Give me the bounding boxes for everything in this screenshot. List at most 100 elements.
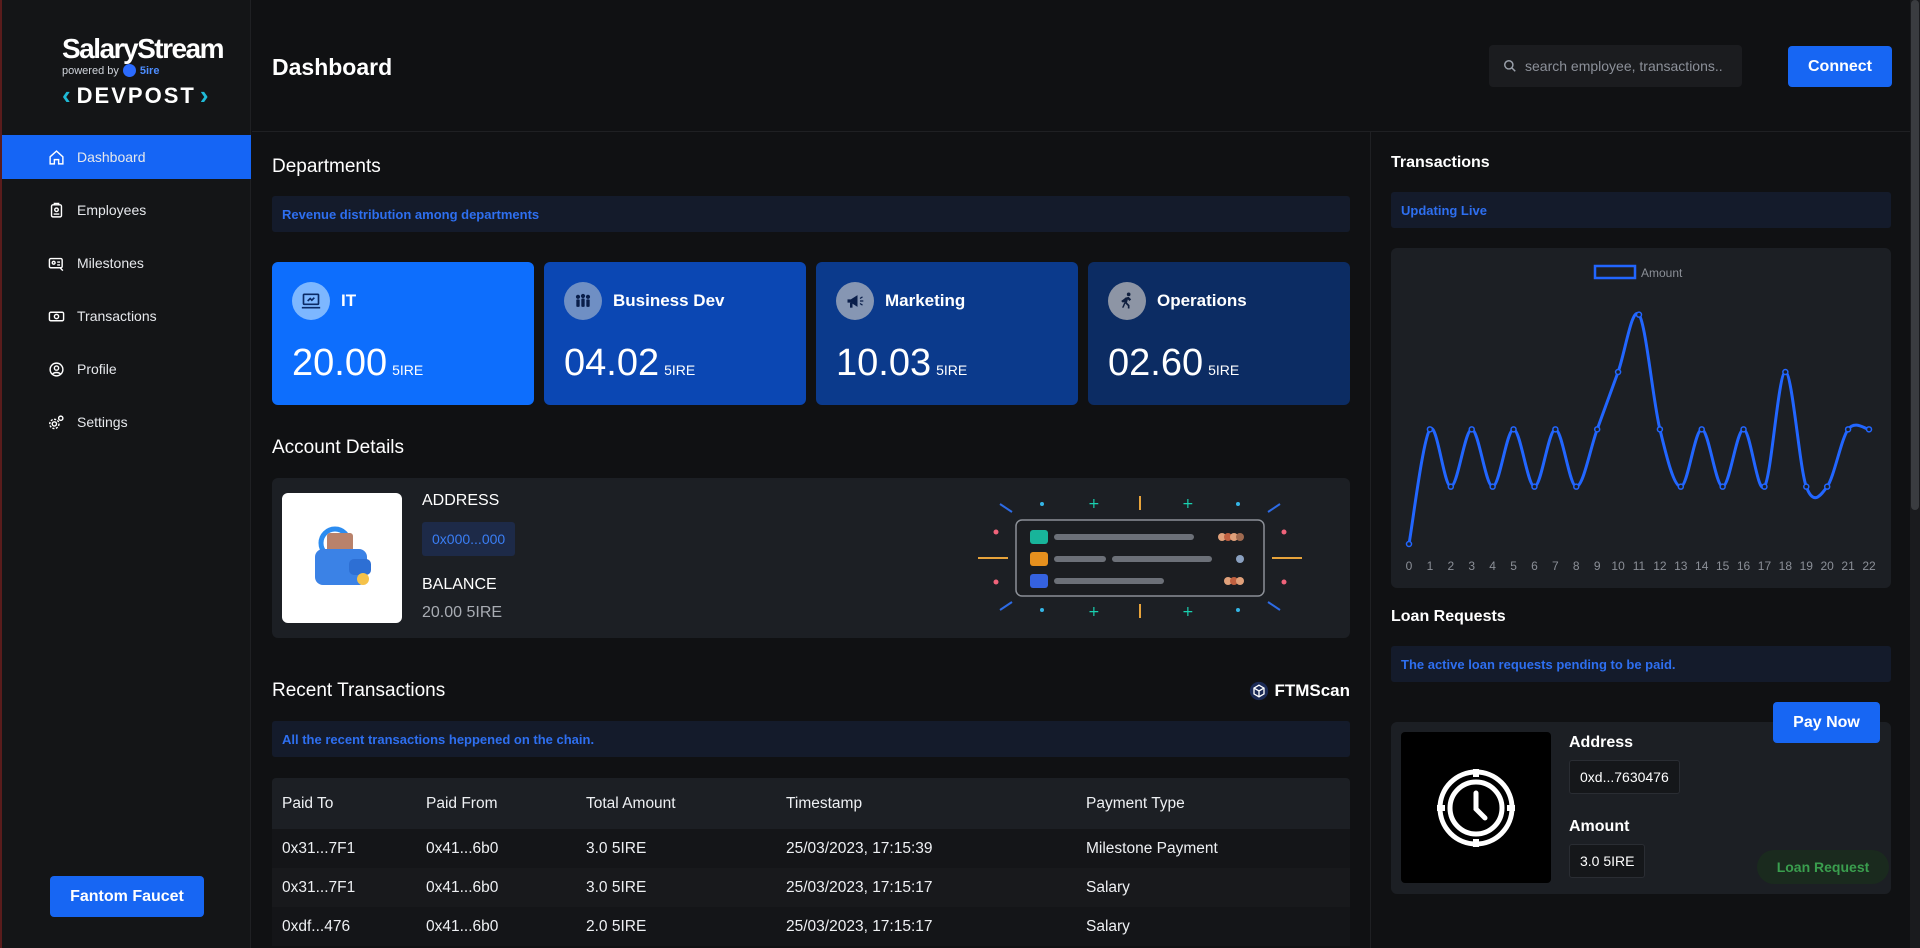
data-point[interactable]	[1573, 483, 1580, 490]
dept-card-it[interactable]: IT 20.00 5IRE	[272, 262, 534, 405]
series-line-amount	[1407, 311, 1870, 545]
cell-paid-to: 0x31...7F1	[282, 839, 356, 857]
clock-icon	[1437, 768, 1515, 847]
dept-unit: 5IRE	[664, 362, 696, 378]
data-point[interactable]	[1844, 426, 1852, 433]
data-point[interactable]	[1552, 426, 1559, 433]
data-point[interactable]	[1698, 426, 1705, 433]
transactions-chart: Amount 0 1 2 3 4 5 6 7 8 9 10 11 12 13 14 15 16 17 18 19 20 2…	[1391, 248, 1891, 588]
dept-card-operations[interactable]: Operations 02.60 5IRE	[1088, 262, 1350, 405]
cell-timestamp: 25/03/2023, 17:15:17	[786, 878, 933, 896]
data-point[interactable]	[1593, 426, 1601, 433]
wallet-image	[282, 493, 402, 623]
sidebar-item-settings[interactable]: Settings	[2, 400, 251, 444]
data-point[interactable]	[1677, 483, 1685, 490]
column-header[interactable]: Timestamp	[786, 795, 1086, 813]
table-row[interactable]: 0x31...7F1 0x41...6b0 3.0 5IRE 25/03/202…	[272, 868, 1350, 907]
data-point[interactable]	[1740, 426, 1747, 433]
cell-amount: 3.0 5IRE	[586, 839, 647, 857]
clock-image	[1401, 732, 1551, 883]
data-point[interactable]	[1468, 426, 1475, 433]
pay-now-button[interactable]: Pay Now	[1773, 702, 1880, 743]
transactions-table: Paid To Paid From Total Amount Timestamp…	[272, 778, 1350, 946]
dept-unit: 5IRE	[392, 362, 424, 378]
data-point[interactable]	[1782, 368, 1789, 376]
data-point[interactable]	[1614, 368, 1622, 376]
sidebar-item-milestones[interactable]: Milestones	[2, 241, 251, 285]
loan-address-value[interactable]: 0xd...7630476	[1569, 760, 1680, 794]
bracket-right-icon: ›	[199, 80, 211, 110]
runner-icon	[1108, 282, 1146, 320]
powered-text: powered by	[62, 64, 119, 77]
card-icon	[48, 257, 64, 271]
sidebar-nav: Dashboard Employees Milestones Transacti…	[2, 135, 251, 453]
sidebar-item-dashboard[interactable]: Dashboard	[2, 135, 251, 179]
dept-card-business-dev[interactable]: Business Dev 04.02 5IRE	[544, 262, 806, 405]
table-row[interactable]: 0xdf...476 0x41...6b0 2.0 5IRE 25/03/202…	[272, 907, 1350, 946]
connect-button[interactable]: Connect	[1788, 46, 1892, 87]
cell-paid-from: 0x41...6b0	[426, 839, 499, 857]
logo[interactable]: SalaryStream powered by 5ire ‹ DEVPOST ›	[62, 34, 225, 111]
address-label: ADDRESS	[422, 492, 500, 509]
x-tick-label: 8	[1573, 559, 1580, 573]
dept-name: Marketing	[885, 291, 966, 310]
ftmscan-link[interactable]: FTMScan	[1249, 681, 1350, 701]
page-title: Dashboard	[272, 54, 393, 80]
sidebar-item-transactions[interactable]: Transactions	[2, 294, 251, 338]
data-point[interactable]	[1405, 540, 1413, 548]
dept-card-marketing[interactable]: Marketing 10.03 5IRE	[816, 262, 1078, 405]
column-header[interactable]: Total Amount	[586, 795, 786, 813]
table-row[interactable]: 0x31...7F1 0x41...6b0 3.0 5IRE 25/03/202…	[272, 829, 1350, 868]
departments-subtitle: Revenue distribution among departments	[272, 196, 1350, 232]
data-point[interactable]	[1656, 426, 1664, 433]
transactions-panel-title: Transactions	[1391, 154, 1490, 171]
devpost-text: DEVPOST	[76, 82, 196, 108]
cell-amount: 3.0 5IRE	[586, 878, 647, 896]
cube-icon	[1250, 681, 1269, 701]
data-point[interactable]	[1510, 426, 1517, 433]
page-scrollbar[interactable]	[1910, 0, 1920, 948]
gear-icon	[49, 414, 64, 429]
data-point[interactable]	[1447, 483, 1455, 490]
cell-payment-type: Salary	[1086, 878, 1130, 896]
cell-timestamp: 25/03/2023, 17:15:39	[786, 839, 933, 857]
data-point[interactable]	[1823, 483, 1831, 490]
data-point[interactable]	[1426, 426, 1434, 433]
data-point[interactable]	[1635, 311, 1643, 318]
loan-amount-label: Amount	[1569, 818, 1630, 835]
team-icon	[564, 282, 602, 320]
recent-transactions-title: Recent Transactions	[272, 680, 446, 701]
cell-amount: 2.0 5IRE	[586, 917, 647, 935]
data-point[interactable]	[1865, 426, 1873, 433]
column-header[interactable]: Paid From	[426, 795, 586, 813]
data-point[interactable]	[1719, 483, 1726, 490]
data-point[interactable]	[1489, 483, 1496, 490]
column-header[interactable]: Paid To	[272, 795, 426, 813]
balance-label: BALANCE	[422, 576, 497, 593]
bracket-left-icon: ‹	[62, 80, 73, 110]
data-point[interactable]	[1761, 483, 1768, 490]
x-tick-label: 18	[1779, 559, 1793, 573]
home-icon	[49, 149, 64, 165]
dept-name: Business Dev	[613, 291, 725, 310]
address-value[interactable]: 0x000...000	[422, 522, 516, 556]
column-header[interactable]: Payment Type	[1086, 795, 1346, 813]
x-tick-label: 7	[1552, 559, 1559, 573]
scrollbar-thumb[interactable]	[1911, 0, 1919, 510]
ftmscan-label: FTMScan	[1274, 681, 1350, 700]
x-tick-label: 14	[1695, 559, 1709, 573]
chart-plot	[1405, 311, 1873, 548]
fire-logo-icon	[122, 64, 136, 77]
x-tick-label: 3	[1468, 559, 1475, 573]
search-input[interactable]	[1525, 58, 1735, 74]
data-point[interactable]	[1531, 483, 1538, 490]
x-tick-label: 9	[1594, 559, 1601, 573]
search-box[interactable]	[1489, 45, 1742, 87]
sidebar-item-employees[interactable]: Employees	[2, 188, 251, 232]
dept-unit: 5IRE	[936, 362, 968, 378]
cell-paid-from: 0x41...6b0	[426, 917, 499, 935]
dept-value: 02.60	[1108, 342, 1204, 384]
fantom-faucet-button[interactable]: Fantom Faucet	[50, 876, 204, 917]
data-point[interactable]	[1803, 483, 1810, 490]
sidebar-item-profile[interactable]: Profile	[2, 347, 251, 391]
